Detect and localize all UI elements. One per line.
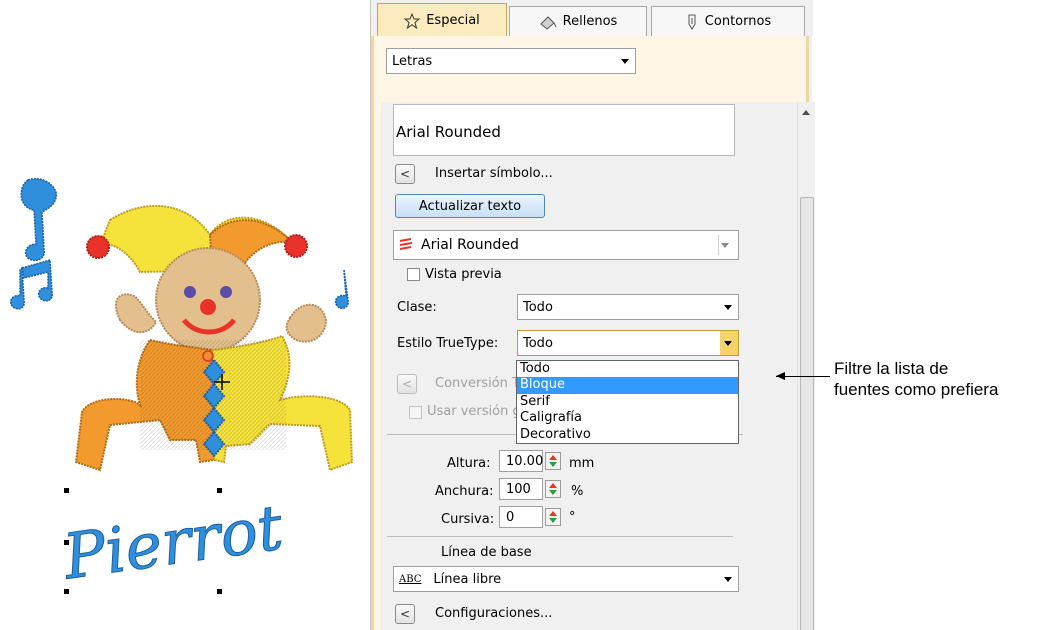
baseline-icon: ABC — [399, 573, 422, 585]
properties-panel: Especial Rellenos Contornos Letras Arial… — [370, 0, 815, 630]
clase-dropdown[interactable]: Todo — [517, 294, 739, 320]
altura-label: Altura: — [447, 456, 491, 471]
use-version-label: Usar versión g — [427, 404, 521, 419]
tab-rellenos[interactable]: Rellenos — [509, 6, 647, 36]
anchura-label: Anchura: — [435, 484, 494, 499]
embroidery-font-icon — [399, 238, 413, 250]
jester-design[interactable] — [74, 204, 354, 472]
tab-label: Contornos — [704, 14, 772, 29]
scroll-thumb[interactable] — [800, 197, 814, 630]
estilo-value: Todo — [523, 335, 553, 351]
estilo-dropdown[interactable]: Todo — [517, 330, 739, 356]
callout-line-1: Filtre la lista de — [834, 359, 949, 378]
insert-symbol-button[interactable]: < — [395, 164, 415, 184]
settings-button[interactable]: < — [395, 604, 415, 624]
estilo-option[interactable]: Decorativo — [517, 427, 738, 443]
anchura-input[interactable]: 100 — [499, 478, 543, 500]
chevron-down-icon — [724, 305, 732, 310]
settings-label: Configuraciones... — [435, 606, 553, 621]
conversion-label: Conversión T — [435, 376, 520, 391]
cursiva-value: 0 — [506, 509, 515, 525]
tab-label: Rellenos — [562, 14, 618, 29]
object-type-value: Letras — [392, 53, 433, 69]
insert-symbol-label: Insertar símbolo... — [435, 166, 553, 181]
estilo-option[interactable]: Serif — [517, 394, 738, 410]
anchura-unit: % — [571, 484, 584, 499]
baseline-heading: Línea de base — [441, 545, 532, 560]
object-type-dropdown[interactable]: Letras — [386, 48, 636, 74]
text-input-value: Arial Rounded — [396, 123, 501, 141]
estilo-options-list[interactable]: Todo Bloque Serif Caligrafía Decorativo — [516, 360, 739, 444]
font-value: Arial Rounded — [421, 237, 519, 253]
altura-input[interactable]: 10.00 — [499, 450, 543, 472]
spin-arrows-icon — [549, 455, 557, 467]
altura-unit: mm — [569, 456, 595, 471]
update-text-label: Actualizar texto — [418, 198, 522, 214]
anchura-value: 100 — [506, 481, 531, 497]
chevron-down-icon — [724, 341, 732, 346]
design-canvas[interactable]: Pierrot — [0, 160, 372, 630]
text-input-box[interactable]: Arial Rounded — [393, 104, 735, 156]
anchura-spinner[interactable] — [545, 480, 561, 498]
cursiva-spinner[interactable] — [545, 508, 561, 526]
canvas-lettering[interactable]: Pierrot — [58, 490, 288, 594]
font-dropdown[interactable]: Arial Rounded — [393, 230, 739, 260]
estilo-option[interactable]: Todo — [517, 361, 738, 377]
preview-checkbox[interactable] — [407, 268, 420, 281]
button-glyph: < — [401, 377, 413, 391]
scroll-up-icon[interactable] — [802, 110, 810, 115]
baseline-value: Línea libre — [433, 571, 502, 587]
scrollbar[interactable] — [797, 102, 815, 630]
chevron-down-icon — [721, 243, 729, 248]
estilo-label: Estilo TrueType: — [397, 336, 499, 351]
button-glyph: < — [399, 607, 411, 621]
fill-icon — [539, 15, 557, 30]
estilo-option-highlighted[interactable]: Bloque — [517, 377, 738, 394]
arrow-left-icon — [776, 372, 785, 380]
star-icon — [404, 12, 421, 29]
tab-strip: Especial Rellenos Contornos — [371, 0, 813, 37]
spin-arrows-icon — [549, 511, 557, 523]
estilo-option[interactable]: Caligrafía — [517, 410, 738, 426]
cursiva-input[interactable]: 0 — [499, 506, 543, 528]
altura-spinner[interactable] — [545, 452, 561, 470]
clase-value: Todo — [523, 299, 553, 315]
tab-especial[interactable]: Especial — [377, 3, 507, 37]
tab-contornos[interactable]: Contornos — [651, 6, 805, 36]
conversion-button[interactable]: < — [397, 374, 417, 394]
preview-label: Vista previa — [425, 267, 502, 282]
clase-label: Clase: — [397, 300, 437, 315]
tab-label: Especial — [426, 13, 480, 28]
cursiva-unit: ° — [569, 510, 576, 525]
altura-value: 10.00 — [506, 453, 544, 469]
use-version-checkbox[interactable] — [409, 406, 422, 419]
callout-text: Filtre la lista de fuentes como prefiera — [834, 358, 998, 400]
chevron-down-icon — [724, 577, 732, 582]
outline-icon — [688, 14, 696, 30]
chevron-down-icon — [621, 59, 629, 64]
update-text-button[interactable]: Actualizar texto — [395, 194, 545, 218]
callout-line-2: fuentes como prefiera — [834, 380, 999, 399]
cursiva-label: Cursiva: — [441, 512, 495, 527]
button-glyph: < — [399, 167, 411, 181]
divider — [387, 536, 733, 537]
spin-arrows-icon — [549, 483, 557, 495]
baseline-dropdown[interactable]: ABC Línea libre — [393, 566, 739, 592]
